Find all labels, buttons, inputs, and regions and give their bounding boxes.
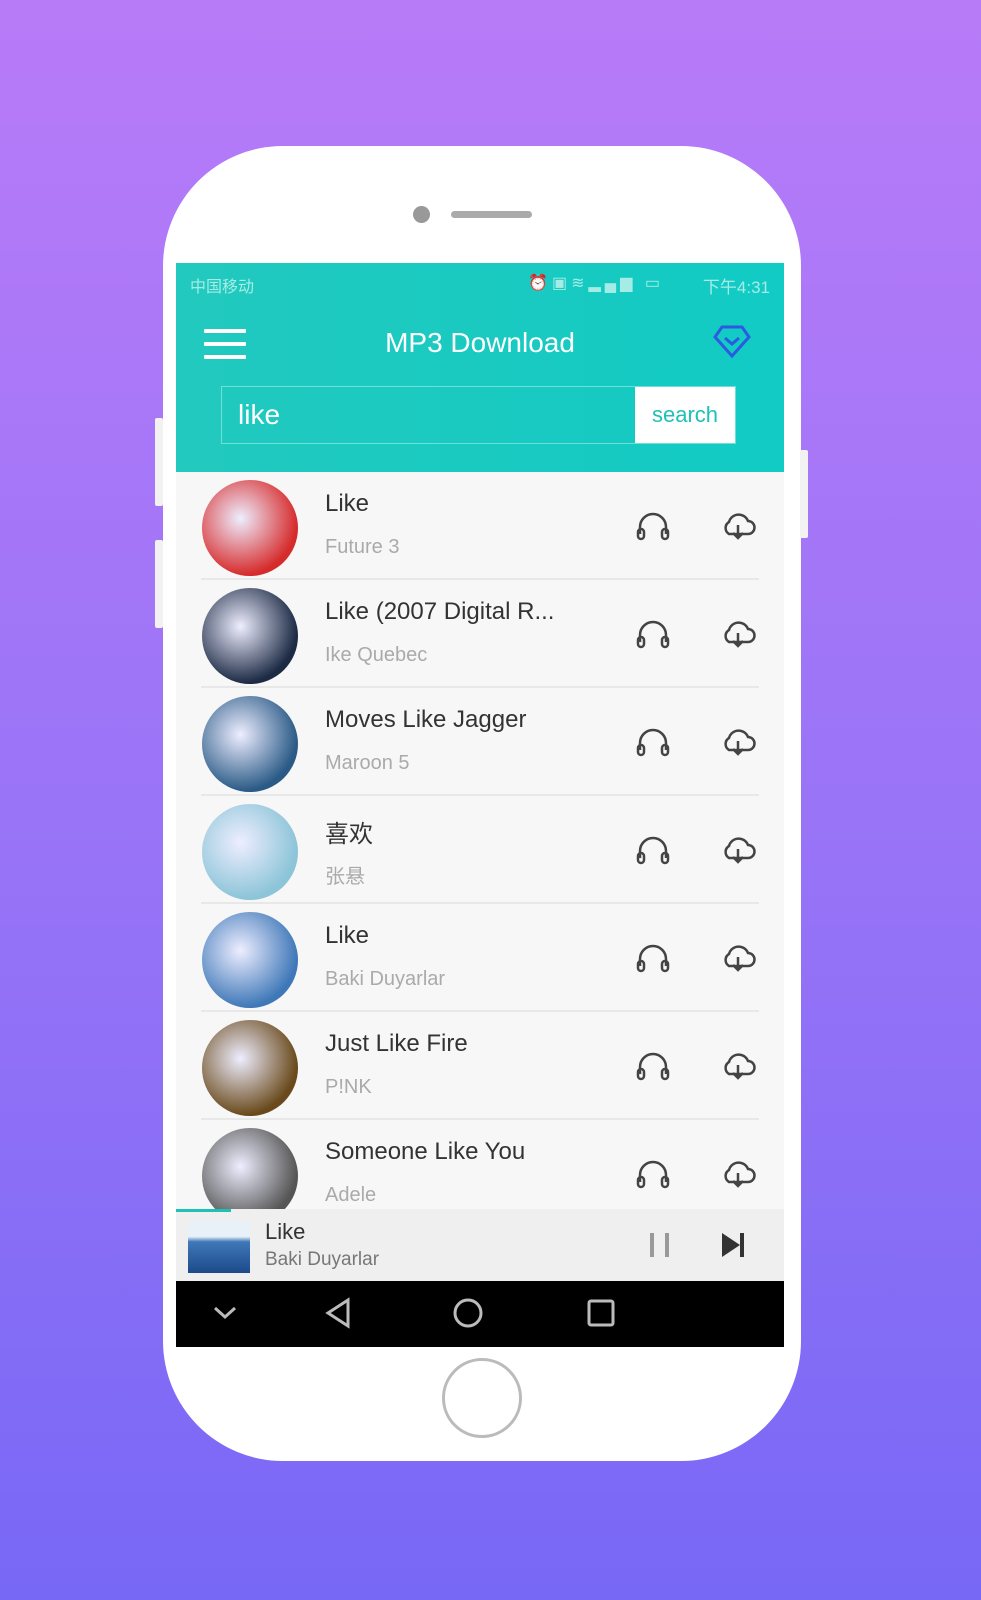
song-artist: 张悬	[325, 866, 365, 888]
headphones-icon[interactable]	[635, 1158, 671, 1190]
album-art	[202, 1020, 298, 1116]
back-icon[interactable]	[324, 1297, 352, 1329]
android-nav-bar	[176, 1281, 784, 1347]
song-artist: Maroon 5	[325, 752, 410, 774]
song-title: Like	[325, 490, 370, 517]
headphones-icon[interactable]	[635, 834, 671, 866]
volume-up-button	[155, 418, 163, 506]
song-title: Like (2007 Digital R...	[325, 598, 555, 625]
now-playing-art	[188, 1221, 250, 1273]
front-camera	[413, 206, 430, 223]
song-title: 喜欢	[325, 821, 373, 848]
album-art	[202, 588, 298, 684]
song-title: Someone Like You	[325, 1138, 526, 1165]
song-title: Moves Like Jagger	[325, 706, 527, 733]
chevron-down-icon[interactable]	[212, 1303, 238, 1323]
song-artist: P!NK	[325, 1076, 372, 1098]
headphones-icon[interactable]	[635, 726, 671, 758]
power-button	[800, 450, 808, 538]
recents-icon[interactable]	[586, 1298, 616, 1328]
now-playing-title: Like	[265, 1219, 306, 1244]
headphones-icon[interactable]	[635, 1050, 671, 1082]
song-artist: Baki Duyarlar	[325, 968, 446, 990]
cloud-download-icon[interactable]	[720, 618, 756, 650]
carrier-label: 中国移动	[190, 279, 255, 296]
headphones-icon[interactable]	[635, 618, 671, 650]
song-title: Just Like Fire	[325, 1030, 468, 1057]
playback-progress[interactable]	[176, 1209, 231, 1212]
home-button[interactable]	[442, 1358, 522, 1438]
status-icons: ⏰▣≋▂▄▆ ▭	[528, 275, 664, 292]
app-header: 中国移动 下午4:31 ⏰▣≋▂▄▆ ▭ MP3 Download search	[176, 263, 784, 472]
home-nav-icon[interactable]	[452, 1297, 484, 1329]
song-artist: Ike Quebec	[325, 644, 428, 666]
cloud-download-icon[interactable]	[720, 942, 756, 974]
app-screen: 中国移动 下午4:31 ⏰▣≋▂▄▆ ▭ MP3 Download search…	[176, 263, 784, 1347]
headphones-icon[interactable]	[635, 510, 671, 542]
album-art	[202, 696, 298, 792]
album-art	[202, 912, 298, 1008]
now-playing-artist: Baki Duyarlar	[265, 1249, 380, 1270]
cloud-download-icon[interactable]	[720, 726, 756, 758]
search-input[interactable]	[222, 387, 635, 443]
song-row[interactable]: Like Baki Duyarlar	[176, 904, 784, 1012]
album-art	[202, 480, 298, 576]
song-row[interactable]: Like Future 3	[176, 472, 784, 580]
song-title: Like	[325, 922, 370, 949]
album-art	[202, 804, 298, 900]
headphones-icon[interactable]	[635, 942, 671, 974]
status-time: 下午4:31	[702, 278, 770, 297]
song-row[interactable]: Just Like Fire P!NK	[176, 1012, 784, 1120]
skip-next-icon[interactable]	[720, 1231, 746, 1259]
page-title: MP3 Download	[385, 327, 575, 358]
song-artist: Future 3	[325, 536, 400, 558]
mini-player[interactable]: Like Baki Duyarlar	[176, 1209, 784, 1281]
search-button[interactable]: search	[635, 387, 735, 443]
search-bar: search	[221, 386, 736, 444]
pause-icon[interactable]	[648, 1231, 672, 1259]
volume-down-button	[155, 540, 163, 628]
song-artist: Adele	[325, 1184, 377, 1206]
cloud-download-icon[interactable]	[720, 1158, 756, 1190]
diamond-icon[interactable]	[712, 323, 752, 359]
cloud-download-icon[interactable]	[720, 1050, 756, 1082]
speaker	[451, 211, 532, 218]
song-row[interactable]: 喜欢 张悬	[176, 796, 784, 904]
song-row[interactable]: Moves Like Jagger Maroon 5	[176, 688, 784, 796]
cloud-download-icon[interactable]	[720, 834, 756, 866]
cloud-download-icon[interactable]	[720, 510, 756, 542]
song-row[interactable]: Like (2007 Digital R... Ike Quebec	[176, 580, 784, 688]
